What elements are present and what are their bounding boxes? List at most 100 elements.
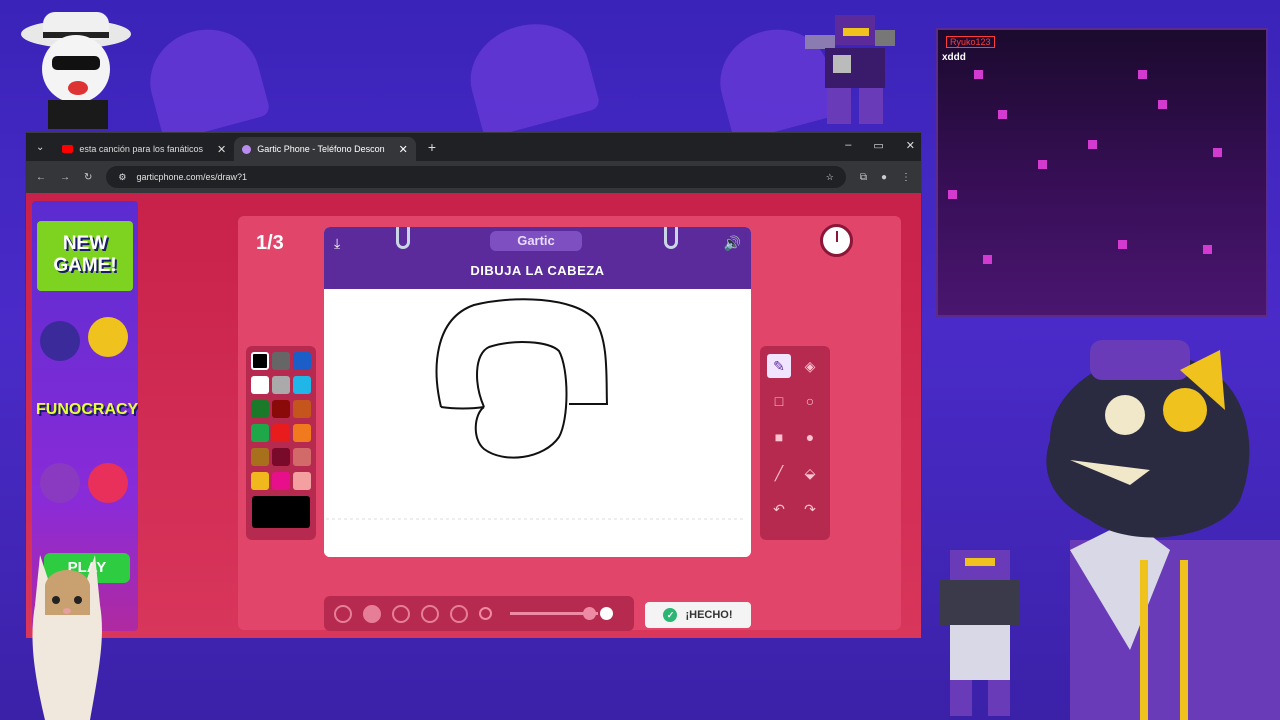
color-swatch[interactable] [272, 376, 290, 394]
volume-icon[interactable]: 🔊 [724, 235, 741, 252]
chat-decoration [1138, 70, 1147, 79]
opacity-max-marker [600, 607, 613, 620]
color-swatch[interactable] [272, 424, 290, 442]
profile-icon[interactable]: ● [881, 172, 887, 183]
brush-size-option[interactable] [392, 605, 410, 623]
color-swatch[interactable] [293, 376, 311, 394]
pencil-tool-icon[interactable]: ✎ [767, 354, 791, 378]
undo-icon[interactable]: ↶ [767, 497, 791, 521]
chat-decoration [983, 255, 992, 264]
color-swatch[interactable] [251, 448, 269, 466]
brush-size-bar [324, 596, 634, 631]
reload-icon[interactable]: ↻ [84, 172, 92, 183]
gartic-logo: Gartic [490, 231, 582, 251]
drawing-canvas[interactable] [324, 289, 751, 557]
ad-thumbs-face [40, 321, 80, 361]
color-swatch[interactable] [272, 352, 290, 370]
color-swatch[interactable] [251, 472, 269, 490]
current-color-preview [252, 496, 310, 528]
line-tool-icon[interactable]: ╱ [767, 461, 791, 485]
chat-decoration [1158, 100, 1167, 109]
chat-decoration [1088, 140, 1097, 149]
url-field[interactable]: ⚙ garticphone.com/es/draw?1 ☆ [106, 166, 846, 188]
eraser-tool-icon[interactable]: ◈ [798, 354, 822, 378]
color-swatch[interactable] [293, 448, 311, 466]
color-swatch[interactable] [251, 424, 269, 442]
color-swatch[interactable] [293, 352, 311, 370]
redo-icon[interactable]: ↷ [798, 497, 822, 521]
menu-icon[interactable]: ⋮ [901, 172, 911, 183]
ellipse-outline-tool-icon[interactable]: ○ [798, 389, 822, 413]
timer-icon [820, 224, 853, 257]
brush-size-option[interactable] [421, 605, 439, 623]
color-swatch[interactable] [293, 424, 311, 442]
ellipse-fill-tool-icon[interactable]: ● [798, 425, 822, 449]
youtube-icon [62, 145, 74, 153]
drawing-board: ⤓ Gartic 🔊 DIBUJA LA CABEZA [324, 227, 751, 557]
site-info-icon[interactable]: ⚙ [118, 172, 126, 183]
hat-character-sticker [21, 12, 131, 129]
background-shape [138, 17, 272, 143]
tab-bar: ⌄ esta canción para los fanáticos ✕ Gart… [26, 133, 921, 161]
ad-angry-face [40, 463, 80, 503]
color-swatch[interactable] [293, 472, 311, 490]
rectangle-fill-tool-icon[interactable]: ■ [767, 425, 791, 449]
tab-gartic[interactable]: Gartic Phone - Teléfono Descon ✕ [234, 137, 416, 161]
color-swatch[interactable] [251, 376, 269, 394]
done-label: ¡HECHO! [685, 609, 733, 621]
round-counter: 1/3 [256, 232, 284, 254]
fill-bucket-tool-icon[interactable]: ⬙ [798, 461, 822, 485]
chat-decoration [974, 70, 983, 79]
chat-decoration [1118, 240, 1127, 249]
check-icon: ✓ [663, 608, 678, 622]
tab-search-icon[interactable]: ⌄ [26, 142, 54, 153]
done-button[interactable]: ✓ ¡HECHO! [645, 602, 751, 628]
notebook-ring [664, 227, 678, 249]
brush-size-option[interactable] [363, 605, 381, 623]
color-swatch[interactable] [272, 448, 290, 466]
page-viewport: NEW GAME! FUNOCRACY PLAY 1/3 ⤓ Gartic 🔊 … [26, 193, 921, 638]
download-icon[interactable]: ⤓ [334, 235, 340, 252]
chat-decoration [948, 190, 957, 199]
chat-username: Ryuko123 [946, 36, 995, 48]
pixel-wolf-sticker [805, 15, 895, 124]
drawing-strokes [326, 298, 744, 520]
brush-size-option[interactable] [334, 605, 352, 623]
forward-icon[interactable]: → [60, 172, 70, 183]
drawing-prompt: DIBUJA LA CABEZA [470, 263, 605, 278]
new-tab-button[interactable]: + [416, 139, 448, 155]
extensions-icon[interactable]: ⧉ [860, 172, 867, 183]
tool-panel: ✎ ◈ □ ○ ■ ● ╱ ⬙ ↶ ↷ [760, 346, 830, 540]
rectangle-outline-tool-icon[interactable]: □ [767, 389, 791, 413]
close-tab-icon[interactable]: ✕ [217, 143, 226, 156]
tab-label: Gartic Phone - Teléfono Descon [257, 144, 385, 154]
gartic-icon [242, 144, 252, 154]
chat-decoration [1038, 160, 1047, 169]
ad-title: NEW GAME! [37, 221, 133, 291]
tab-youtube[interactable]: esta canción para los fanáticos ✕ [54, 137, 234, 161]
color-swatch[interactable] [251, 400, 269, 418]
ad-sad-face [88, 463, 128, 503]
wolf-character-sticker [1046, 340, 1280, 720]
close-tab-icon[interactable]: ✕ [399, 143, 408, 156]
color-palette [246, 346, 316, 540]
ad-laughing-face [88, 317, 128, 357]
minimize-button[interactable]: – [845, 139, 851, 152]
pixel-character-sticker [940, 550, 1020, 716]
color-swatch[interactable] [272, 472, 290, 490]
color-swatch[interactable] [272, 400, 290, 418]
window-controls: – ▭ ✕ [845, 139, 915, 152]
back-icon[interactable]: ← [36, 172, 46, 183]
color-swatch[interactable] [293, 400, 311, 418]
opacity-slider-handle[interactable] [583, 607, 597, 620]
bookmark-star-icon[interactable]: ☆ [826, 172, 834, 183]
board-header: ⤓ Gartic 🔊 DIBUJA LA CABEZA [324, 227, 751, 289]
url-text: garticphone.com/es/draw?1 [136, 172, 248, 182]
brush-size-option[interactable] [450, 605, 468, 623]
maximize-button[interactable]: ▭ [873, 139, 883, 152]
close-window-button[interactable]: ✕ [906, 139, 915, 152]
color-swatch[interactable] [251, 352, 269, 370]
cat-sticker [32, 555, 102, 720]
chat-decoration [1203, 245, 1212, 254]
ad-brand: FUNOCRACY [36, 401, 138, 418]
